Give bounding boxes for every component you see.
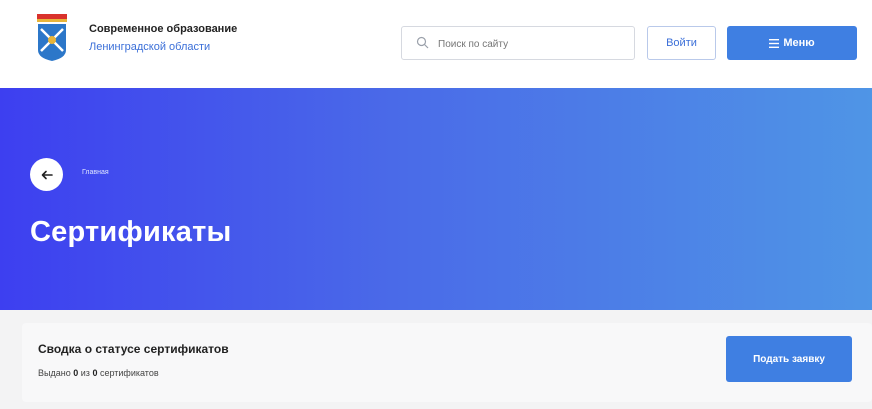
search-icon [416, 36, 429, 49]
status-middle: из [80, 368, 90, 378]
summary-title: Сводка о статусе сертификатов [38, 342, 229, 356]
summary-status: Выдано 0 из 0 сертификатов [38, 368, 159, 378]
breadcrumb-home[interactable]: Главная [82, 169, 109, 176]
arrow-left-icon [41, 170, 53, 179]
apply-button[interactable]: Подать заявку [726, 336, 852, 382]
hero-banner: Главная Сертификаты [0, 88, 872, 310]
login-button[interactable]: Войти [647, 26, 716, 60]
site-header: Современное образование Ленинградской об… [0, 0, 872, 88]
page-title: Сертификаты [30, 216, 232, 248]
back-button[interactable] [30, 158, 63, 191]
menu-button[interactable]: Меню [727, 26, 857, 60]
total-count: 0 [92, 368, 98, 378]
issued-count: 0 [73, 368, 79, 378]
certificate-summary-card: Сводка о статусе сертификатов Выдано 0 и… [22, 323, 872, 402]
menu-label: Меню [783, 37, 815, 49]
search-box[interactable] [401, 26, 635, 60]
coat-of-arms-icon[interactable] [37, 14, 67, 62]
hamburger-icon [769, 38, 780, 48]
brand-subtitle[interactable]: Ленинградской области [89, 41, 210, 53]
status-suffix: сертификатов [99, 368, 159, 378]
brand-title[interactable]: Современное образование [89, 23, 237, 35]
search-input[interactable] [438, 34, 628, 54]
status-prefix: Выдано [38, 368, 71, 378]
